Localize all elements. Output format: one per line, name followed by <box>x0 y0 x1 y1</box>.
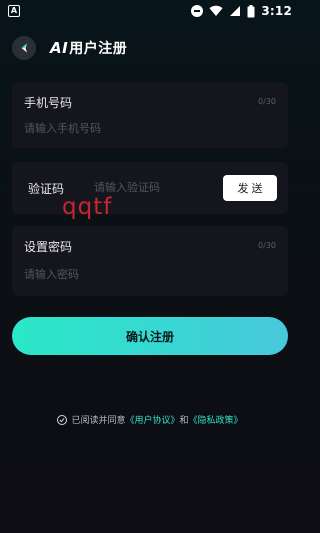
code-label: 验证码 <box>28 182 65 196</box>
user-agreement-link[interactable]: 《用户协议》 <box>125 413 179 426</box>
status-icons: 3:12 <box>191 3 292 19</box>
page-title-text: 用户注册 <box>69 41 128 57</box>
phone-label: 手机号码 <box>24 96 73 110</box>
code-field-card: 验证码 发送 <box>12 162 288 214</box>
status-time: 3:12 <box>261 4 292 18</box>
status-bar: A 3:12 <box>0 0 300 22</box>
signal-icon <box>230 6 241 16</box>
check-icon <box>59 417 66 422</box>
battery-icon <box>247 4 255 17</box>
back-arrow-icon <box>21 43 27 53</box>
header: AI用户注册 <box>12 36 127 60</box>
phone-char-count: 0/30 <box>258 97 276 106</box>
agreement-checkbox[interactable] <box>57 414 68 425</box>
wifi-icon <box>209 5 223 17</box>
password-label: 设置密码 <box>24 240 73 254</box>
overlay-text: qqtf <box>62 194 113 220</box>
code-input[interactable] <box>94 181 214 194</box>
password-char-count: 0/30 <box>258 241 276 250</box>
agreement-prefix: 已阅读并同意 <box>71 416 126 426</box>
agreement-and: 和 <box>179 416 189 426</box>
page-title: AI用户注册 <box>50 38 127 58</box>
agreement-row: 已阅读并同意 《用户协议》 和 《隐私政策》 <box>0 413 300 426</box>
password-field-card: 设置密码 0/30 <box>12 226 288 296</box>
register-submit-button[interactable]: 确认注册 <box>12 317 288 355</box>
password-input[interactable] <box>24 268 224 281</box>
do-not-disturb-icon <box>191 5 204 17</box>
phone-field-card: 手机号码 0/30 <box>12 82 288 148</box>
app-icon: A <box>8 5 20 17</box>
phone-input[interactable] <box>24 122 224 135</box>
page-title-prefix: AI <box>50 39 69 57</box>
privacy-policy-link[interactable]: 《隐私政策》 <box>189 413 243 426</box>
send-code-button[interactable]: 发送 <box>223 175 277 201</box>
back-button[interactable] <box>12 36 36 60</box>
